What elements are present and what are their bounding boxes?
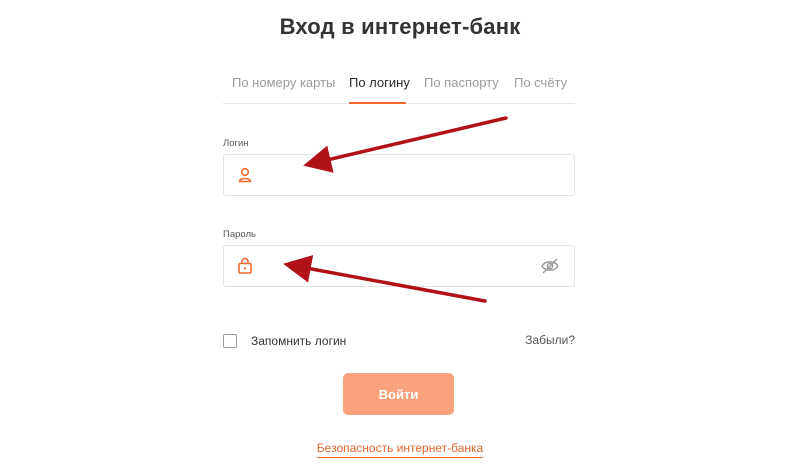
login-label: Логин — [223, 138, 249, 149]
password-input[interactable] — [264, 246, 534, 286]
tab-login[interactable]: По логину — [349, 75, 410, 90]
forgot-link[interactable]: Забыли? — [525, 333, 575, 347]
password-field[interactable] — [223, 245, 575, 287]
login-method-tabs: По номеру карты По логину По паспорту По… — [223, 66, 575, 104]
login-input[interactable] — [264, 155, 534, 195]
page-title: Вход в интернет-банк — [279, 14, 521, 39]
lock-icon — [236, 257, 254, 275]
security-link[interactable]: Безопасность интернет-банка — [316, 441, 484, 458]
login-field[interactable] — [223, 154, 575, 196]
tab-card-number[interactable]: По номеру карты — [232, 75, 335, 90]
remember-login[interactable]: Запомнить логин — [223, 332, 346, 350]
security-link-wrapper: Безопасность интернет-банка — [0, 439, 800, 458]
remember-label: Запомнить логин — [251, 334, 347, 348]
remember-checkbox[interactable] — [223, 334, 237, 348]
active-tab-indicator — [349, 102, 406, 104]
tab-passport[interactable]: По паспорту — [424, 75, 499, 90]
tab-account[interactable]: По счёту — [514, 75, 567, 90]
eye-off-icon[interactable] — [540, 257, 560, 275]
login-button[interactable]: Войти — [343, 373, 454, 415]
user-icon — [236, 166, 254, 184]
password-label: Пароль — [223, 229, 256, 240]
